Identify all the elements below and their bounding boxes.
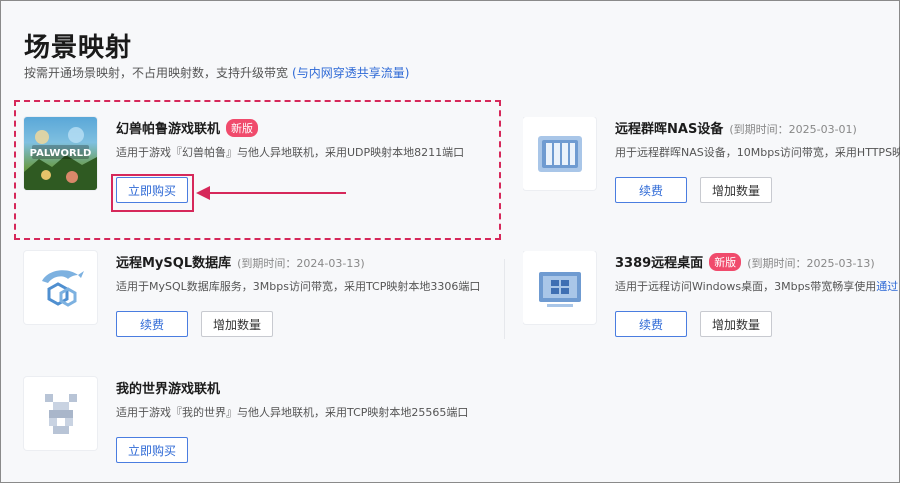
expiry-date: (到期时间：2025-03-01)	[729, 123, 857, 136]
card-remote-desktop: 3389远程桌面 新版 (到期时间：2025-03-13) 适用于远程访问Windo…	[523, 251, 900, 361]
card-title: 远程群晖NAS设备 (到期时间：2025-03-01)	[615, 118, 857, 137]
new-badge: 新版	[709, 253, 742, 271]
card-description-text: 适用于远程访问Windows桌面，3Mbps带宽畅享使用	[615, 280, 877, 293]
highlight-dashed-box	[14, 100, 501, 240]
annotation-arrow-icon	[196, 186, 346, 200]
nas-icon	[523, 117, 596, 190]
column-divider	[504, 259, 505, 339]
card-title-text: 远程群晖NAS设备	[615, 122, 724, 137]
buy-now-button[interactable]: 立即购买	[116, 437, 188, 463]
card-nas: 远程群晖NAS设备 (到期时间：2025-03-01) 用于远程群晖NAS设备，1…	[523, 117, 900, 227]
card-description: 用于远程群晖NAS设备，10Mbps访问带宽，采用HTTPS映射	[615, 146, 900, 159]
page-subtitle: 按需开通场景映射，不占用映射数，支持升级带宽 (与内网穿透共享流量)	[24, 64, 409, 81]
minecraft-icon	[24, 377, 97, 450]
highlight-buy-button-box	[111, 174, 194, 212]
add-quantity-button[interactable]: 增加数量	[700, 311, 772, 337]
renew-button[interactable]: 续费	[615, 311, 687, 337]
shared-traffic-link[interactable]: (与内网穿透共享流量)	[292, 66, 409, 80]
desc-link[interactable]: 通过	[876, 280, 898, 293]
mysql-dolphin-icon	[24, 251, 97, 324]
page-title: 场景映射	[24, 33, 133, 63]
card-mysql: 远程MySQL数据库 (到期时间：2024-03-13) 适用于MySQL数据库服…	[24, 251, 480, 361]
card-description: 适用于游戏『我的世界』与他人异地联机，采用TCP映射本地25565端口	[116, 406, 469, 419]
expiry-date: (到期时间：2024-03-13)	[237, 257, 365, 270]
subtitle-text: 按需开通场景映射，不占用映射数，支持升级带宽	[24, 66, 289, 80]
card-description: 适用于MySQL数据库服务，3Mbps访问带宽，采用TCP映射本地3306端口	[116, 280, 481, 293]
card-title: 我的世界游戏联机	[116, 382, 221, 397]
card-title-text: 远程MySQL数据库	[116, 256, 232, 271]
card-minecraft: 我的世界游戏联机 适用于游戏『我的世界』与他人异地联机，采用TCP映射本地255…	[24, 377, 468, 483]
renew-button[interactable]: 续费	[116, 311, 188, 337]
add-quantity-button[interactable]: 增加数量	[700, 177, 772, 203]
card-title: 3389远程桌面 新版 (到期时间：2025-03-13)	[615, 252, 875, 271]
windows-desktop-icon	[523, 251, 596, 324]
add-quantity-button[interactable]: 增加数量	[201, 311, 273, 337]
renew-button[interactable]: 续费	[615, 177, 687, 203]
expiry-date: (到期时间：2025-03-13)	[747, 257, 875, 270]
card-title-text: 3389远程桌面	[615, 256, 704, 271]
card-title: 远程MySQL数据库 (到期时间：2024-03-13)	[116, 252, 365, 271]
card-description: 适用于远程访问Windows桌面，3Mbps带宽畅享使用通过	[615, 278, 898, 294]
